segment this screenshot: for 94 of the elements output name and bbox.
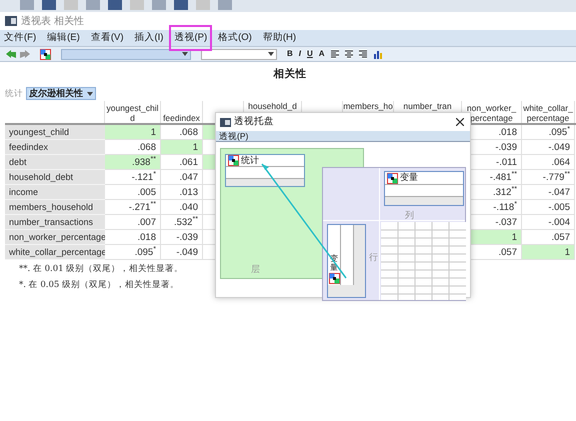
toolbar-icon[interactable] [218,0,232,10]
table-cell: -.005 [522,200,575,215]
table-cell: .018 [105,230,161,245]
toolbar-icon[interactable] [108,0,122,10]
table-cell: .068 [161,124,203,140]
footnote: *. 在 0.05 级别（双尾），相关性显著。 [19,278,179,292]
column-header: household_d [248,100,297,111]
row-header: household_debt [5,170,105,185]
area-label: 层 [251,262,260,276]
table-cell: .057 [522,230,575,245]
table-cell: .068 [105,140,161,155]
layer-dropdown[interactable]: 皮尔逊相关性 [26,87,96,100]
pivot-icon [387,172,398,184]
font-dropdown[interactable] [61,48,191,60]
pivot-icon [228,155,239,166]
area-label: 列 [405,209,414,222]
align-right-icon[interactable] [358,50,367,58]
row-header: feedindex [5,140,105,155]
table-cell: -.039 [161,230,203,245]
menu-item[interactable]: 透视(P) [219,130,248,142]
footnote: **. 在 0.01 级别（双尾），相关性显著。 [19,262,184,276]
table-cell: -.004 [522,214,575,230]
toolbar-icon[interactable] [20,0,34,10]
table-cell: -.049 [522,140,575,155]
column-header: non_worker_ percentage [466,102,516,123]
column-header: number_tran [403,100,452,111]
toolbar-icon[interactable] [42,0,56,10]
align-left-icon[interactable] [330,50,339,58]
chart-icon[interactable] [372,50,382,58]
format-button[interactable]: U [307,48,313,60]
caret-icon [87,92,93,96]
layer-label: 统计 [5,87,23,100]
row-header: members_household [5,200,105,215]
toolbar-icon[interactable] [174,0,188,10]
table-cell: -.047 [522,184,575,200]
table-cell: -.779$^{**}$ [522,170,575,185]
caret-icon [268,52,274,56]
table-cell: .532$^{**}$ [161,214,203,230]
toolbar-icon[interactable] [130,0,144,10]
window-icon [5,16,17,26]
toolbar-icon[interactable] [196,0,210,10]
row-header: white_collar_percentage [5,244,105,260]
table-cell: .064 [522,154,575,170]
layer-value: 皮尔逊相关性 [29,87,83,100]
report-title: 相关性 [272,67,308,82]
format-button[interactable]: I [298,48,302,60]
size-dropdown[interactable] [201,48,277,60]
table-cell: .047 [161,170,203,185]
column-header: feedindex [163,112,200,123]
area-label: 行 [369,253,378,263]
column-header: members_ho [343,100,393,111]
table-cell: -.049 [161,244,203,260]
menu-item[interactable]: 查看(V) [86,25,128,51]
table-cell: .013 [161,184,203,200]
table-cell: 1 [105,124,161,140]
pivot-icon [40,48,51,60]
row-header: non_worker_percentage [5,230,105,245]
pivot-field[interactable]: 变量 [384,171,464,206]
table-cell: .040 [161,200,203,215]
table-cell: -.121$^{*}$ [105,170,161,185]
table-cell: 1 [161,140,203,155]
pivot-field[interactable]: 统计 [225,154,305,187]
table-cell: .061 [161,154,203,170]
toolbar-icon[interactable] [86,0,100,10]
close-icon[interactable] [456,118,464,126]
row-header: number_transactions [5,214,105,230]
column-header: white_collar_ percentage [523,102,573,123]
window-icon [220,118,231,126]
dialog-title: 透视托盘 [234,114,274,129]
column-header: youngest_chil d [106,102,158,123]
table-cell: .095$^{*}$ [105,244,161,260]
align-center-icon[interactable] [344,50,353,58]
undo-icon[interactable] [6,50,16,58]
table-cell: .938$^{**}$ [105,154,161,170]
toolbar-icon[interactable] [64,0,78,10]
menu-item[interactable]: 帮助(H) [258,25,302,51]
table-cell: .095$^{*}$ [522,124,575,140]
row-header: income [5,184,105,200]
caret-icon [182,52,188,56]
redo-icon[interactable] [20,50,30,58]
menu-item[interactable]: 透视(P) [169,25,212,51]
menu-item[interactable]: 插入(I) [129,25,168,51]
toolbar-icon[interactable] [152,0,166,10]
field-slot [341,225,354,285]
pivot-icon [328,273,340,284]
format-button[interactable]: B [287,48,293,60]
format-button[interactable]: A [318,48,325,60]
table-cell: .007 [105,214,161,230]
table-cell: -.271$^{**}$ [105,200,161,215]
table-cell: .005 [105,184,161,200]
row-header: debt [5,154,105,170]
table-cell: 1 [522,244,575,260]
menu-item[interactable]: 格式(O) [213,25,257,51]
row-header: youngest_child [5,124,105,140]
